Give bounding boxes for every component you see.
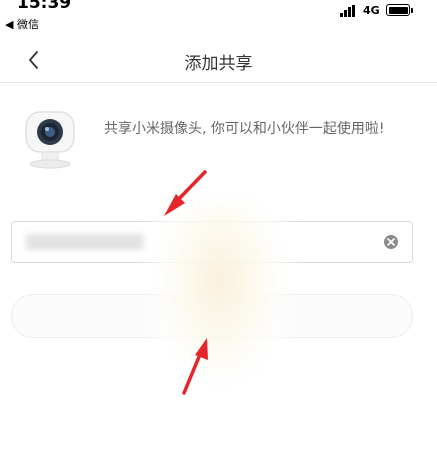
annotation-arrows bbox=[164, 170, 208, 395]
arrow-pointing-to-button bbox=[182, 338, 208, 395]
arrow-pointing-to-input bbox=[164, 170, 207, 216]
